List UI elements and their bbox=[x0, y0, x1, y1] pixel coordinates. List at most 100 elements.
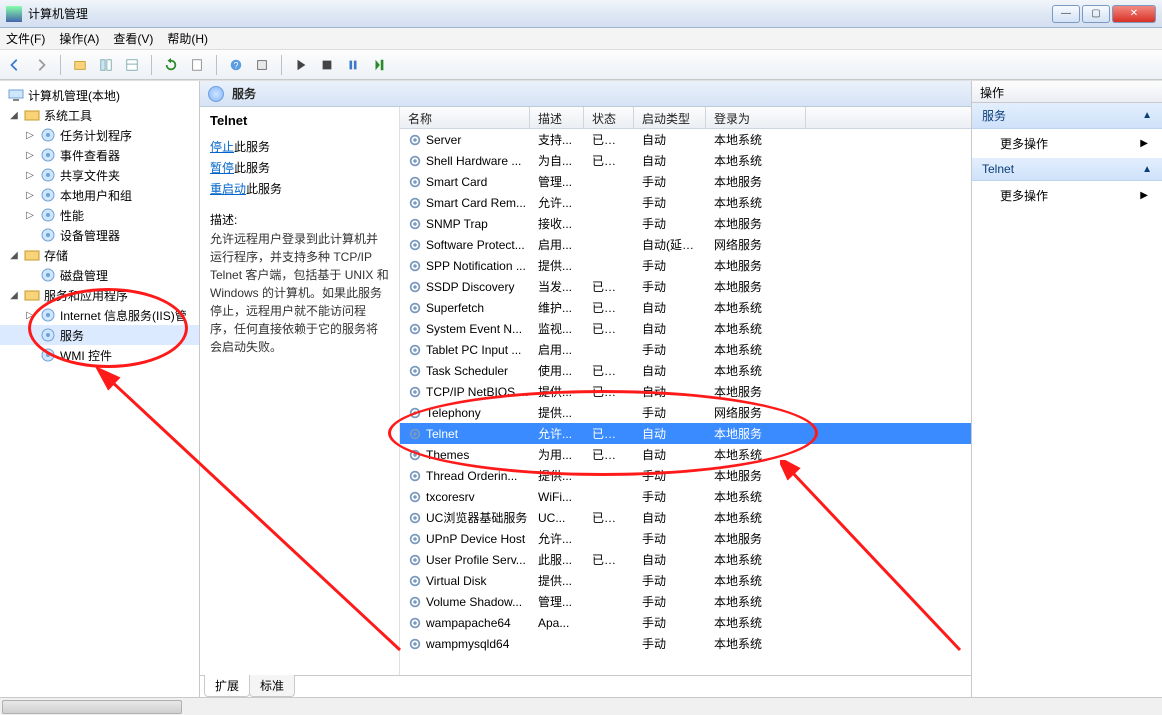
start-service-button[interactable] bbox=[290, 54, 312, 76]
item-icon bbox=[40, 327, 56, 343]
service-row[interactable]: UC浏览器基础服务 UC... 已启动 自动 本地系统 bbox=[400, 507, 971, 528]
actions-header: 操作 bbox=[972, 81, 1162, 103]
service-row[interactable]: User Profile Serv... 此服... 已启动 自动 本地系统 bbox=[400, 549, 971, 570]
stop-service-button[interactable] bbox=[316, 54, 338, 76]
pause-service-button[interactable] bbox=[342, 54, 364, 76]
tree-root[interactable]: 计算机管理(本地) bbox=[0, 85, 199, 105]
service-row[interactable]: Smart Card 管理... 手动 本地服务 bbox=[400, 171, 971, 192]
tree-group[interactable]: ◢存储 bbox=[0, 245, 199, 265]
tree-item[interactable]: WMI 控件 bbox=[0, 345, 199, 365]
service-row[interactable]: UPnP Device Host 允许... 手动 本地服务 bbox=[400, 528, 971, 549]
services-header: 服务 bbox=[200, 81, 971, 107]
service-row[interactable]: SNMP Trap 接收... 手动 本地服务 bbox=[400, 213, 971, 234]
details-button[interactable] bbox=[121, 54, 143, 76]
tree-item[interactable]: ▷共享文件夹 bbox=[0, 165, 199, 185]
service-row[interactable]: SSDP Discovery 当发... 已启动 手动 本地服务 bbox=[400, 276, 971, 297]
item-icon bbox=[40, 227, 56, 243]
service-row[interactable]: Software Protect... 启用... 自动(延迟... 网络服务 bbox=[400, 234, 971, 255]
titlebar: 计算机管理 — ▢ ✕ bbox=[0, 0, 1162, 28]
actions-pane: 操作 服务 ▲ 更多操作 ▶ Telnet ▲ 更多操作 ▶ bbox=[972, 81, 1162, 697]
help-button[interactable]: ? bbox=[225, 54, 247, 76]
description-label: 描述: bbox=[210, 211, 389, 228]
actions-group-services[interactable]: 服务 ▲ bbox=[972, 103, 1162, 129]
col-login[interactable]: 登录为 bbox=[706, 107, 806, 128]
service-row[interactable]: txcoresrv WiFi... 手动 本地系统 bbox=[400, 486, 971, 507]
views-button[interactable] bbox=[95, 54, 117, 76]
gear-icon bbox=[408, 490, 422, 504]
tab-extended[interactable]: 扩展 bbox=[204, 675, 250, 697]
scrollbar-thumb[interactable] bbox=[2, 700, 182, 714]
service-row[interactable]: wampmysqld64 手动 本地系统 bbox=[400, 633, 971, 654]
stop-link-line: 停止此服务 bbox=[210, 138, 389, 155]
more-actions-telnet[interactable]: 更多操作 ▶ bbox=[972, 181, 1162, 210]
service-row[interactable]: wampapache64 Apa... 手动 本地系统 bbox=[400, 612, 971, 633]
stop-link[interactable]: 停止 bbox=[210, 140, 234, 154]
export-button[interactable] bbox=[186, 54, 208, 76]
folder-icon bbox=[24, 247, 40, 263]
horizontal-scrollbar[interactable] bbox=[0, 697, 1162, 715]
app-icon bbox=[6, 6, 22, 22]
service-row[interactable]: Telephony 提供... 手动 网络服务 bbox=[400, 402, 971, 423]
menu-file[interactable]: 文件(F) bbox=[6, 30, 45, 47]
minimize-button[interactable]: — bbox=[1052, 5, 1080, 23]
properties-button[interactable] bbox=[251, 54, 273, 76]
service-row[interactable]: Task Scheduler 使用... 已启动 自动 本地系统 bbox=[400, 360, 971, 381]
col-desc[interactable]: 描述 bbox=[530, 107, 584, 128]
service-row[interactable]: Superfetch 维护... 已启动 自动 本地系统 bbox=[400, 297, 971, 318]
pause-link[interactable]: 暂停 bbox=[210, 161, 234, 175]
close-button[interactable]: ✕ bbox=[1112, 5, 1156, 23]
menu-view[interactable]: 查看(V) bbox=[113, 30, 153, 47]
col-name[interactable]: 名称 bbox=[400, 107, 530, 128]
tree-item[interactable]: ▷事件查看器 bbox=[0, 145, 199, 165]
gear-icon bbox=[408, 364, 422, 378]
tab-standard[interactable]: 标准 bbox=[249, 675, 295, 697]
back-button[interactable] bbox=[4, 54, 26, 76]
more-actions-services[interactable]: 更多操作 ▶ bbox=[972, 129, 1162, 158]
up-button[interactable] bbox=[69, 54, 91, 76]
refresh-button[interactable] bbox=[160, 54, 182, 76]
tree-item[interactable]: ▷本地用户和组 bbox=[0, 185, 199, 205]
tree-item[interactable]: 服务 bbox=[0, 325, 199, 345]
tree-group[interactable]: ◢服务和应用程序 bbox=[0, 285, 199, 305]
service-row[interactable]: Server 支持... 已启动 自动 本地系统 bbox=[400, 129, 971, 150]
tree-item[interactable]: ▷任务计划程序 bbox=[0, 125, 199, 145]
col-startup[interactable]: 启动类型 bbox=[634, 107, 706, 128]
window-controls: — ▢ ✕ bbox=[1052, 5, 1156, 23]
maximize-button[interactable]: ▢ bbox=[1082, 5, 1110, 23]
service-row[interactable]: Themes 为用... 已启动 自动 本地系统 bbox=[400, 444, 971, 465]
service-row[interactable]: Volume Shadow... 管理... 手动 本地系统 bbox=[400, 591, 971, 612]
service-row[interactable]: Virtual Disk 提供... 手动 本地系统 bbox=[400, 570, 971, 591]
gear-icon bbox=[408, 532, 422, 546]
chevron-right-icon: ▶ bbox=[1140, 190, 1148, 201]
service-row[interactable]: System Event N... 监视... 已启动 自动 本地系统 bbox=[400, 318, 971, 339]
col-status[interactable]: 状态 bbox=[584, 107, 634, 128]
service-row[interactable]: Thread Orderin... 提供... 手动 本地服务 bbox=[400, 465, 971, 486]
restart-link[interactable]: 重启动 bbox=[210, 182, 246, 196]
gear-icon bbox=[408, 322, 422, 336]
list-body[interactable]: Server 支持... 已启动 自动 本地系统 Shell Hardware … bbox=[400, 129, 971, 675]
actions-group-telnet[interactable]: Telnet ▲ bbox=[972, 158, 1162, 181]
service-row[interactable]: Telnet 允许... 已启动 自动 本地服务 bbox=[400, 423, 971, 444]
forward-button[interactable] bbox=[30, 54, 52, 76]
tree-item[interactable]: 设备管理器 bbox=[0, 225, 199, 245]
restart-service-button[interactable] bbox=[368, 54, 390, 76]
service-row[interactable]: TCP/IP NetBIOS ... 提供... 已启动 自动 本地服务 bbox=[400, 381, 971, 402]
item-icon bbox=[40, 347, 56, 363]
service-row[interactable]: SPP Notification ... 提供... 手动 本地服务 bbox=[400, 255, 971, 276]
pause-link-line: 暂停此服务 bbox=[210, 159, 389, 176]
gear-icon bbox=[408, 343, 422, 357]
tree-group[interactable]: ◢系统工具 bbox=[0, 105, 199, 125]
tree-item[interactable]: 磁盘管理 bbox=[0, 265, 199, 285]
tree-item[interactable]: ▷Internet 信息服务(IIS)管 bbox=[0, 305, 199, 325]
svg-text:?: ? bbox=[234, 60, 239, 70]
menubar: 文件(F) 操作(A) 查看(V) 帮助(H) bbox=[0, 28, 1162, 50]
service-row[interactable]: Tablet PC Input ... 启用... 手动 本地系统 bbox=[400, 339, 971, 360]
gear-icon bbox=[408, 406, 422, 420]
item-icon bbox=[40, 207, 56, 223]
tree-pane[interactable]: 计算机管理(本地) ◢系统工具▷任务计划程序▷事件查看器▷共享文件夹▷本地用户和… bbox=[0, 81, 200, 697]
service-row[interactable]: Shell Hardware ... 为自... 已启动 自动 本地系统 bbox=[400, 150, 971, 171]
tree-item[interactable]: ▷性能 bbox=[0, 205, 199, 225]
service-row[interactable]: Smart Card Rem... 允许... 手动 本地系统 bbox=[400, 192, 971, 213]
menu-action[interactable]: 操作(A) bbox=[59, 30, 99, 47]
menu-help[interactable]: 帮助(H) bbox=[167, 30, 208, 47]
